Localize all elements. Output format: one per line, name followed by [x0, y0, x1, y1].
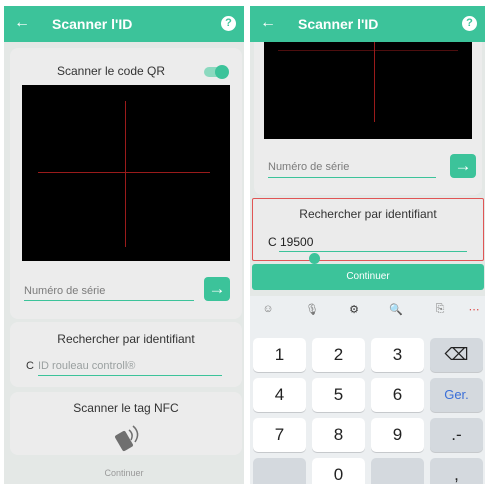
text-cursor-handle[interactable] [309, 253, 320, 264]
roll-id-underline [279, 251, 467, 252]
settings-icon[interactable]: ⚙ [344, 303, 364, 316]
search-by-id-card: Rechercher par identifiant C ID rouleau … [10, 322, 242, 387]
nfc-scan-label: Scanner le tag NFC [73, 401, 179, 415]
emoji-icon[interactable]: ☺ [258, 303, 278, 315]
camera-preview [264, 42, 472, 139]
backspace-key[interactable]: ⌫ [430, 338, 483, 372]
qr-scan-card: Scanner le code QR Numéro de série → [10, 48, 242, 319]
key-7[interactable]: 7 [253, 418, 306, 452]
submit-serial-button[interactable]: → [450, 154, 476, 178]
app-bar: ← Scanner l'ID ? [250, 6, 485, 42]
submit-serial-button[interactable]: → [204, 277, 230, 301]
continue-button[interactable]: Continuer [4, 468, 244, 478]
crosshair-horizontal [38, 172, 210, 173]
key-6[interactable]: 6 [371, 378, 424, 412]
key-3[interactable]: 3 [371, 338, 424, 372]
microphone-icon[interactable]: 🎙 [302, 303, 322, 316]
page-title: Scanner l'ID [298, 16, 379, 32]
qr-scan-toggle[interactable] [204, 65, 229, 79]
serial-number-input[interactable]: Numéro de série [268, 161, 349, 173]
camera-preview [22, 85, 230, 261]
help-icon[interactable]: ? [462, 16, 477, 31]
key-0[interactable]: 0 [312, 458, 365, 484]
key-1[interactable]: 1 [253, 338, 306, 372]
qr-scan-card: Numéro de série → [254, 42, 482, 195]
blank-key-left[interactable] [253, 458, 306, 484]
nfc-scan-card[interactable]: Scanner le tag NFC [10, 392, 242, 455]
crosshair-horizontal [278, 50, 458, 51]
qr-scan-label: Scanner le code QR [56, 64, 166, 78]
page-title: Scanner l'ID [52, 16, 133, 32]
screen-scan-id-keyboard: ← Scanner l'ID ? Numéro de série → Reche… [250, 6, 485, 484]
clipboard-icon[interactable]: ⎘ [430, 303, 450, 316]
go-key[interactable]: Ger. [430, 378, 483, 412]
crosshair-vertical [374, 42, 375, 122]
serial-number-underline [268, 177, 436, 178]
continue-label: Continuer [346, 271, 390, 282]
app-bar: ← Scanner l'ID ? [4, 6, 244, 42]
serial-number-underline [24, 300, 194, 301]
key-8[interactable]: 8 [312, 418, 365, 452]
key-4[interactable]: 4 [253, 378, 306, 412]
numeric-keyboard: ☺ 🎙 ⚙ 🔍 ⎘ ⋯ 1 2 3 ⌫ 4 5 6 Ger. 7 8 9 .- … [250, 296, 485, 484]
key-5[interactable]: 5 [312, 378, 365, 412]
search-by-id-label: Rechercher par identifiant [299, 207, 437, 221]
nfc-phone-icon [115, 425, 139, 452]
search-by-id-card: Rechercher par identifiant C 19500 [252, 198, 484, 264]
back-arrow-icon[interactable]: ← [260, 14, 276, 32]
roll-id-input[interactable]: C 19500 [268, 235, 313, 249]
serial-number-input[interactable]: Numéro de série [24, 285, 105, 297]
screen-scan-id-qr: ← Scanner l'ID ? Scanner le code QR Numé… [4, 6, 244, 484]
continue-button[interactable]: Continuer [252, 264, 484, 290]
more-icon[interactable]: ⋯ [464, 303, 484, 316]
key-2[interactable]: 2 [312, 338, 365, 372]
dot-dash-key[interactable]: .- [430, 418, 483, 452]
blank-key-right[interactable] [371, 458, 424, 484]
crosshair-vertical [125, 101, 126, 247]
id-prefix: C [26, 360, 34, 372]
toggle-knob [215, 65, 229, 79]
help-icon[interactable]: ? [221, 16, 236, 31]
key-9[interactable]: 9 [371, 418, 424, 452]
roll-id-underline [38, 375, 222, 376]
back-arrow-icon[interactable]: ← [14, 14, 30, 32]
roll-id-input[interactable]: ID rouleau controll® [38, 360, 135, 372]
search-by-id-label: Rechercher par identifiant [57, 332, 195, 346]
comma-key[interactable]: , [430, 458, 483, 484]
search-icon[interactable]: 🔍 [386, 303, 406, 316]
